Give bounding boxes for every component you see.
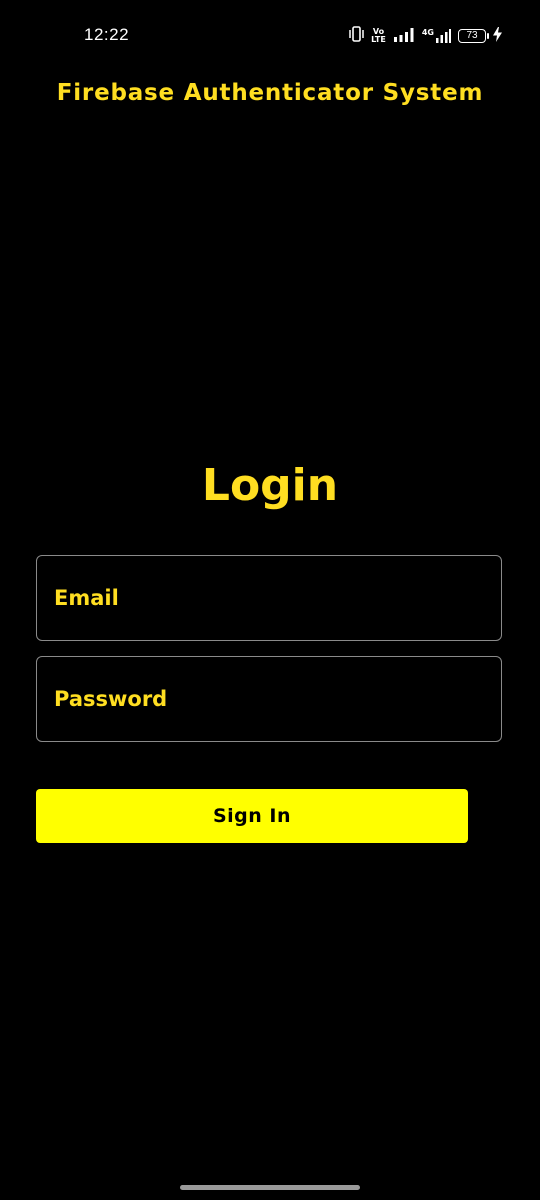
email-field[interactable] [36,555,502,641]
volte-icon: Vo LTE [371,28,386,44]
network-label: 4G [421,28,434,37]
battery-level: 73 [466,30,478,41]
login-heading: Login [201,460,339,511]
password-input[interactable] [37,657,501,741]
email-input[interactable] [37,556,501,640]
signal-icon [393,27,415,46]
home-indicator[interactable] [180,1185,360,1190]
volte-bottom-label: LTE [371,35,386,44]
app-title: Firebase Authenticator System [56,80,484,106]
status-bar: 12:22 Vo LTE 4G 73 [0,0,540,72]
charging-icon [493,26,502,46]
status-icons: Vo LTE 4G 73 [349,26,502,46]
vibrate-icon [349,26,364,46]
status-time: 12:22 [84,25,130,44]
signal-4g-icon: 4G [422,29,451,43]
sign-in-button[interactable]: Sign In [36,789,468,843]
battery-icon: 73 [458,29,489,43]
password-field[interactable] [36,656,502,742]
